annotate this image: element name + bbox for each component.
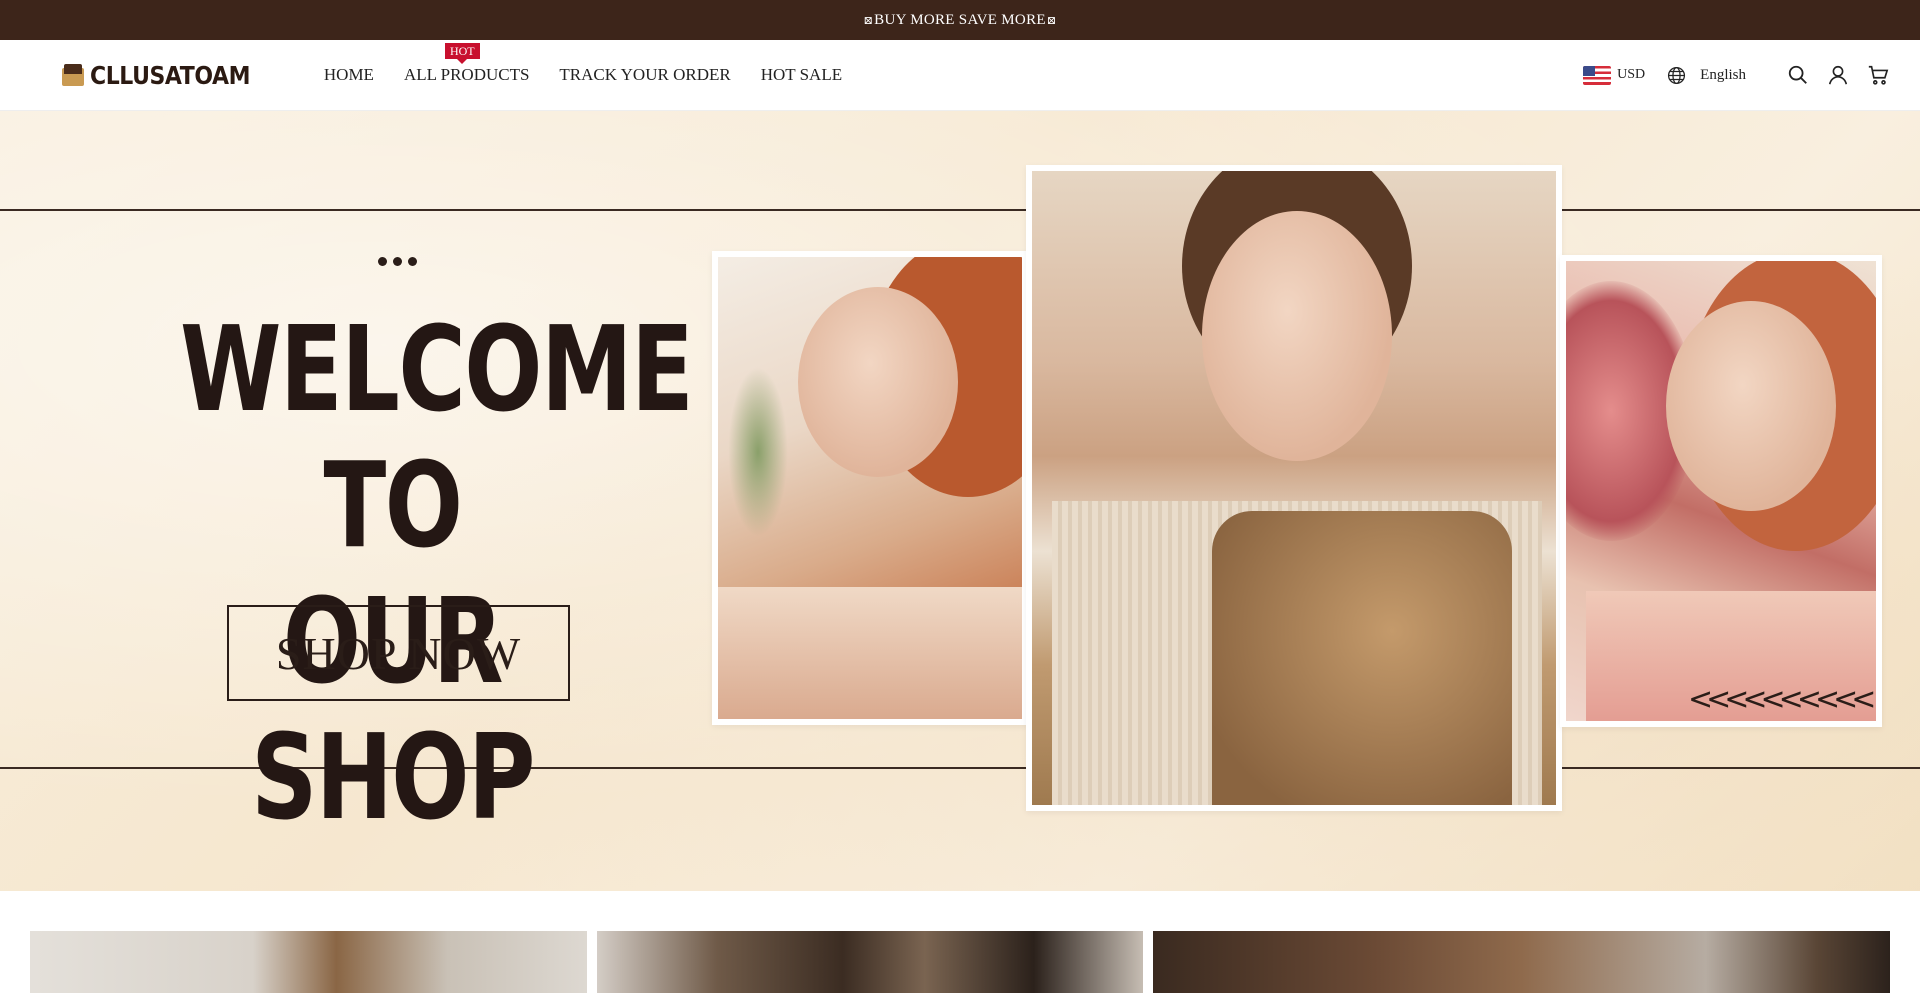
hot-badge: HOT bbox=[444, 43, 480, 64]
nav-label: ALL PRODUCTS bbox=[403, 65, 530, 84]
headline-line: WELCOME TO bbox=[179, 300, 694, 574]
nav-item-all-products[interactable]: HOT ALL PRODUCTS bbox=[403, 43, 530, 85]
model-photo-right bbox=[1560, 255, 1882, 727]
logo-text: CLLUSATOAM bbox=[90, 60, 251, 90]
nav-label: HOT SALE bbox=[760, 65, 843, 84]
x-box-icon: ⊠ bbox=[1046, 14, 1057, 27]
search-button[interactable] bbox=[1786, 63, 1810, 87]
logo-icon bbox=[62, 64, 84, 86]
model-photo-left bbox=[712, 251, 1028, 725]
nav-label: HOME bbox=[323, 65, 374, 84]
cart-button[interactable] bbox=[1866, 63, 1890, 87]
language-label: English bbox=[1700, 66, 1746, 83]
shop-now-button[interactable]: SHOP NOW bbox=[227, 605, 570, 701]
divider-line bbox=[0, 209, 1920, 211]
category-tile[interactable] bbox=[597, 931, 1143, 993]
chevrons-decoration: <<<<<<<<<< bbox=[1688, 682, 1876, 717]
dots-decoration bbox=[378, 257, 417, 266]
account-icon bbox=[1828, 65, 1848, 85]
search-icon bbox=[1788, 65, 1807, 84]
us-flag-icon bbox=[1583, 65, 1612, 85]
announcement-bar: ⊠ BUY MORE SAVE MORE ⊠ bbox=[0, 0, 1920, 40]
nav-item-hot-sale[interactable]: HOT SALE bbox=[761, 65, 842, 85]
nav-item-track-order[interactable]: TRACK YOUR ORDER bbox=[559, 65, 730, 85]
globe-icon bbox=[1668, 66, 1686, 84]
currency-label: USD bbox=[1617, 67, 1646, 82]
logo[interactable]: CLLUSATOAM bbox=[62, 61, 272, 90]
category-tiles bbox=[0, 931, 1920, 993]
category-tile[interactable] bbox=[1153, 931, 1890, 993]
hero-headline: WELCOME TO OUR SHOP bbox=[179, 300, 694, 845]
category-tile[interactable] bbox=[30, 931, 587, 993]
main-nav: HOME HOT ALL PRODUCTS TRACK YOUR ORDER H… bbox=[324, 43, 872, 85]
language-selector[interactable]: English bbox=[1667, 66, 1746, 85]
site-header: CLLUSATOAM HOME HOT ALL PRODUCTS TRACK Y… bbox=[0, 40, 1920, 111]
x-box-icon: ⊠ bbox=[863, 14, 874, 27]
announcement-text: BUY MORE SAVE MORE bbox=[874, 11, 1046, 28]
cart-icon bbox=[1868, 65, 1889, 85]
currency-selector[interactable]: USD bbox=[1583, 65, 1646, 85]
hero-banner: WELCOME TO OUR SHOP SHOP NOW <<<<<<<<<< bbox=[0, 111, 1920, 891]
nav-item-home[interactable]: HOME bbox=[324, 65, 374, 85]
model-photo-center bbox=[1026, 165, 1562, 811]
account-button[interactable] bbox=[1826, 63, 1850, 87]
nav-label: TRACK YOUR ORDER bbox=[559, 65, 731, 84]
header-actions: USD English bbox=[1583, 63, 1890, 87]
